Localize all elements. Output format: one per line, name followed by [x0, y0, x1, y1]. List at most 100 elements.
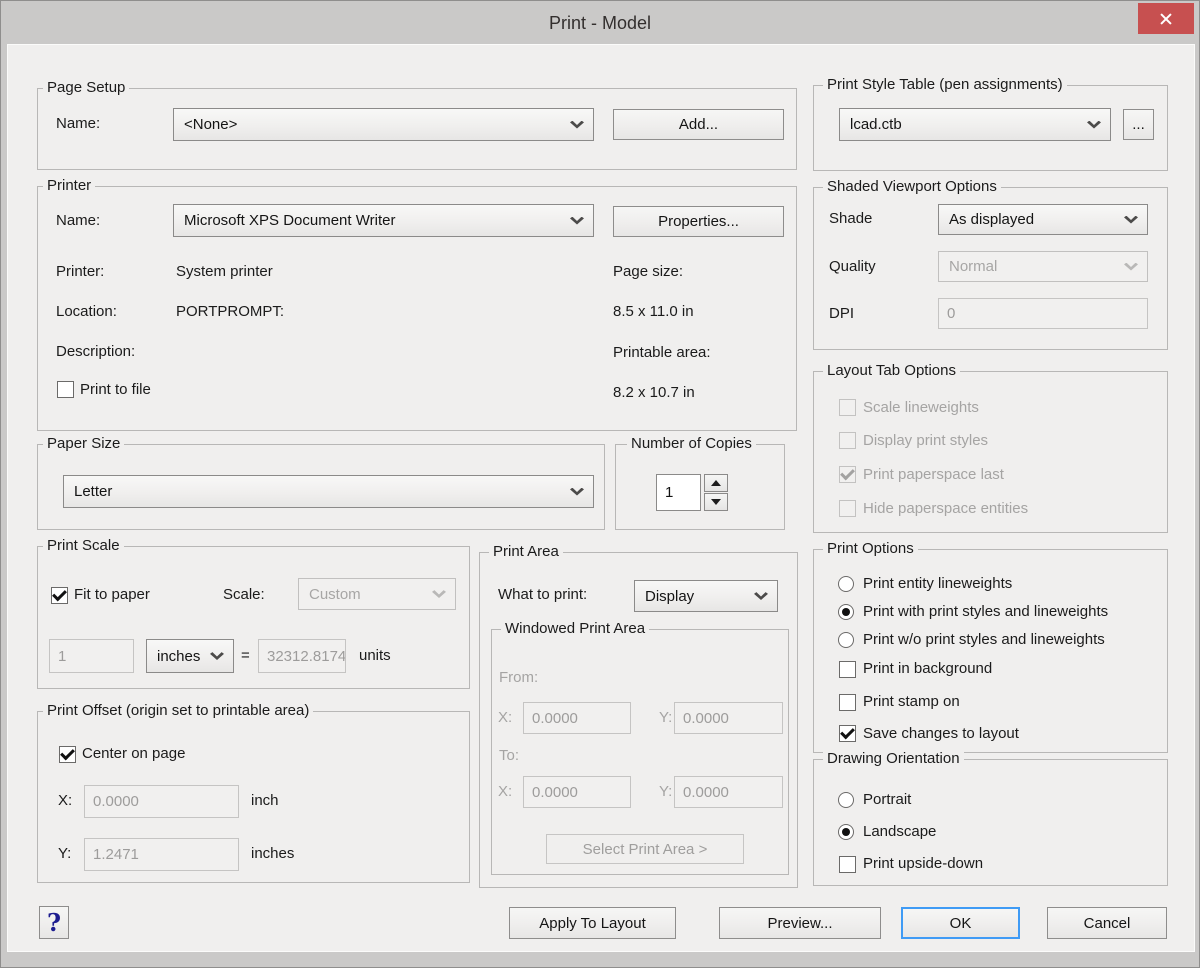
windowed-print-area-title: Windowed Print Area — [501, 620, 649, 638]
print-with-styles-radio[interactable] — [838, 604, 854, 620]
spin-down-icon — [711, 499, 721, 505]
hide-paperspace-entities-label: Hide paperspace entities — [863, 500, 1028, 518]
chevron-down-icon — [754, 592, 768, 600]
to-x-input: 0.0000 — [523, 776, 631, 808]
fit-to-paper-checkbox[interactable] — [51, 587, 68, 604]
scale-lineweights-label: Scale lineweights — [863, 399, 979, 417]
scale-units-input: 32312.8174 — [258, 639, 346, 673]
apply-to-layout-button[interactable]: Apply To Layout — [509, 907, 676, 939]
printer-name-label: Name: — [56, 212, 100, 230]
print-options-title: Print Options — [823, 540, 918, 558]
preview-button[interactable]: Preview... — [719, 907, 881, 939]
print-in-background-checkbox[interactable] — [839, 661, 856, 678]
shade-label: Shade — [829, 210, 872, 228]
printer-value: System printer — [176, 263, 273, 281]
printable-area-value: 8.2 x 10.7 in — [613, 384, 695, 402]
offset-x-label: X: — [58, 792, 72, 810]
print-dialog: Print - Model Page Setup Name: <None> Ad… — [0, 0, 1200, 968]
spin-up-icon — [711, 480, 721, 486]
hide-paperspace-entities-checkbox — [839, 500, 856, 517]
copies-increment-button[interactable] — [704, 474, 728, 492]
copies-input[interactable]: 1 — [656, 474, 701, 511]
offset-x-input: 0.0000 — [84, 785, 239, 818]
print-paperspace-last-checkbox — [839, 466, 856, 483]
chevron-down-icon — [432, 590, 446, 598]
ok-button[interactable]: OK — [901, 907, 1020, 939]
page-setup-name-select[interactable]: <None> — [173, 108, 594, 141]
select-print-area-button: Select Print Area > — [546, 834, 744, 864]
copies-title: Number of Copies — [627, 435, 756, 453]
print-style-table-title: Print Style Table (pen assignments) — [823, 76, 1067, 94]
landscape-label: Landscape — [863, 823, 936, 841]
drawing-orientation-title: Drawing Orientation — [823, 750, 964, 768]
from-y-label: Y: — [659, 709, 672, 727]
scale-select: Custom — [298, 578, 456, 610]
page-size-value: 8.5 x 11.0 in — [613, 303, 694, 321]
print-entity-lineweights-radio[interactable] — [838, 576, 854, 592]
chevron-down-icon — [1124, 216, 1138, 224]
units-label: units — [359, 647, 391, 665]
print-offset-title: Print Offset (origin set to printable ar… — [43, 702, 313, 720]
save-changes-checkbox[interactable] — [839, 725, 856, 742]
print-upside-down-label: Print upside-down — [863, 855, 983, 873]
print-stamp-on-checkbox[interactable] — [839, 694, 856, 711]
properties-button[interactable]: Properties... — [613, 206, 784, 237]
page-size-label: Page size: — [613, 263, 683, 281]
landscape-radio[interactable] — [838, 824, 854, 840]
print-style-browse-button[interactable]: ... — [1123, 109, 1154, 140]
from-x-input: 0.0000 — [523, 702, 631, 734]
offset-x-unit: inch — [251, 792, 279, 810]
close-icon — [1159, 12, 1173, 26]
print-upside-down-checkbox[interactable] — [839, 856, 856, 873]
print-to-file-checkbox[interactable] — [57, 381, 74, 398]
offset-y-unit: inches — [251, 845, 294, 863]
print-to-file-label: Print to file — [80, 381, 151, 399]
print-stamp-on-label: Print stamp on — [863, 693, 960, 711]
chevron-down-icon — [1124, 263, 1138, 271]
dpi-label: DPI — [829, 305, 854, 323]
scale-label: Scale: — [223, 586, 265, 604]
printer-name-select[interactable]: Microsoft XPS Document Writer — [173, 204, 594, 237]
title-bar: Print - Model — [1, 1, 1199, 45]
center-on-page-checkbox[interactable] — [59, 746, 76, 763]
quality-label: Quality — [829, 258, 876, 276]
quality-select: Normal — [938, 251, 1148, 282]
scale-unit-select[interactable]: inches — [146, 639, 234, 673]
add-button[interactable]: Add... — [613, 109, 784, 140]
to-label: To: — [499, 747, 519, 765]
from-label: From: — [499, 669, 538, 687]
print-wo-styles-radio[interactable] — [838, 632, 854, 648]
what-to-print-select[interactable]: Display — [634, 580, 778, 612]
dpi-input: 0 — [938, 298, 1148, 329]
page-setup-name-label: Name: — [56, 115, 100, 133]
display-print-styles-checkbox — [839, 432, 856, 449]
page-setup-title: Page Setup — [43, 79, 129, 97]
scale-lineweights-checkbox — [839, 399, 856, 416]
chevron-down-icon — [1087, 121, 1101, 129]
save-changes-label: Save changes to layout — [863, 725, 1019, 743]
portrait-radio[interactable] — [838, 792, 854, 808]
shaded-viewport-title: Shaded Viewport Options — [823, 178, 1001, 196]
location-value: PORTPROMPT: — [176, 303, 284, 321]
copies-decrement-button[interactable] — [704, 493, 728, 511]
dialog-title: Print - Model — [549, 13, 651, 34]
shade-select[interactable]: As displayed — [938, 204, 1148, 235]
paper-size-title: Paper Size — [43, 435, 124, 453]
print-entity-lineweights-label: Print entity lineweights — [863, 575, 1012, 593]
print-style-table-select[interactable]: lcad.ctb — [839, 108, 1111, 141]
print-scale-title: Print Scale — [43, 537, 124, 555]
paper-size-select[interactable]: Letter — [63, 475, 594, 508]
offset-y-label: Y: — [58, 845, 71, 863]
to-x-label: X: — [498, 783, 512, 801]
from-x-label: X: — [498, 709, 512, 727]
close-button[interactable] — [1138, 3, 1194, 34]
help-button[interactable]: ? — [39, 906, 69, 939]
cancel-button[interactable]: Cancel — [1047, 907, 1167, 939]
print-with-styles-label: Print with print styles and lineweights — [863, 603, 1108, 621]
from-y-input: 0.0000 — [674, 702, 783, 734]
scale-factor-input: 1 — [49, 639, 134, 673]
chevron-down-icon — [570, 488, 584, 496]
display-print-styles-label: Display print styles — [863, 432, 988, 450]
layout-tab-title: Layout Tab Options — [823, 362, 960, 380]
location-label: Location: — [56, 303, 117, 321]
